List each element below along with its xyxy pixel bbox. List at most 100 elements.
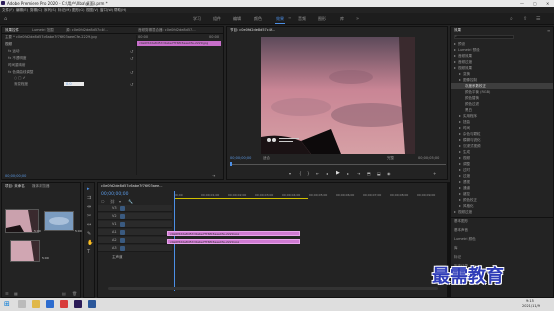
effects-list-item[interactable]: 颜色替换 [465, 96, 479, 101]
project-item-thumbnail[interactable] [10, 240, 40, 262]
effects-list-item[interactable]: 视频 [459, 156, 470, 161]
effects-list-item[interactable]: 过渡 [459, 174, 470, 179]
tab-media-browser[interactable]: 媒体浏览器 [32, 184, 50, 189]
track-header-a3[interactable]: A3 [98, 245, 172, 252]
windows-start-icon[interactable]: ⊞ [4, 300, 10, 308]
search-taskbar-icon[interactable] [18, 300, 26, 308]
razor-tool-icon[interactable]: ✂ [87, 213, 91, 219]
workspace-assembly[interactable]: 组件 [213, 16, 221, 22]
lift-icon[interactable]: ⬒ [367, 171, 371, 176]
effects-list-item[interactable]: 颜色校正 [459, 198, 477, 203]
add-button-icon[interactable]: + [433, 171, 436, 176]
reset-icon[interactable]: ↺ [130, 70, 133, 75]
effects-list-item[interactable]: 生成 [459, 150, 470, 155]
reset-icon[interactable]: ↺ [130, 82, 133, 87]
timeline-clip-v2[interactable]: c0e0fd2de8d57c6abe7f76f03aeeCfe-2229.jpg [167, 231, 300, 236]
track-header-a2[interactable]: A2 [98, 237, 172, 244]
pen-tool-icon[interactable]: ✎ [87, 231, 91, 237]
work-area-bar[interactable] [174, 198, 308, 199]
new-item-icon[interactable]: ▤ [62, 291, 66, 296]
workspace-learn[interactable]: 学习 [193, 16, 201, 22]
feedback-icon[interactable]: ☰ [536, 16, 540, 22]
linked-selection-icon[interactable]: ⛓ [110, 199, 115, 204]
export-frame-icon[interactable]: ⇥ [212, 173, 215, 178]
step-back-icon[interactable]: ◂ [326, 171, 328, 176]
project-item-thumbnail[interactable] [44, 211, 74, 231]
file-explorer-icon[interactable] [32, 300, 40, 308]
browser-icon[interactable] [46, 300, 54, 308]
word-icon[interactable] [88, 300, 96, 308]
toggle-track-output-icon[interactable] [120, 222, 125, 227]
timeline-horizontal-scrollbar[interactable] [108, 287, 438, 290]
effects-list-item[interactable]: 风格化 [459, 204, 474, 209]
panel-essential-sound[interactable]: 基本声音 [454, 228, 468, 233]
effects-list-item[interactable]: 音频过渡 [454, 60, 472, 65]
mute-track-icon[interactable] [120, 230, 125, 235]
panel-essential-graphics[interactable]: 基本图形 [454, 219, 468, 224]
effects-list-item[interactable]: 变换 [459, 72, 470, 77]
play-icon[interactable]: ▶ [336, 170, 340, 176]
maximize-button[interactable]: ▢ [533, 1, 537, 6]
toggle-track-output-icon[interactable] [120, 214, 125, 219]
timeline-clip-v1[interactable]: c0e0fd2de8d57c6abe7f76f03aeeCfe-2229.jpg [167, 239, 300, 244]
effects-search-input[interactable] [454, 35, 514, 39]
icon-view-icon[interactable]: ▦ [14, 291, 18, 296]
premiere-taskbar-icon[interactable] [74, 300, 82, 308]
track-header-v1[interactable]: V1 [98, 221, 172, 228]
track-header-a1[interactable]: A1 [98, 229, 172, 236]
quick-export-icon[interactable]: ⇪ [523, 16, 527, 22]
playback-scrub-bar[interactable] [230, 164, 446, 165]
mute-track-icon[interactable] [120, 238, 125, 243]
go-to-in-icon[interactable]: ⇤ [316, 171, 319, 176]
program-video-frame[interactable] [261, 37, 415, 154]
timeline-ruler[interactable]: 00;00 00;00;01;00 00;00;02;00 00;00;03;0… [174, 191, 444, 201]
panel-markers[interactable]: 标记 [454, 255, 461, 260]
effect-row-opacity[interactable]: fx 不透明度 [8, 56, 26, 61]
workspace-audio[interactable]: 音频 [298, 16, 306, 22]
effects-list-item[interactable]: 模糊与锐化 [459, 138, 481, 143]
effects-list-item[interactable]: 通道 [459, 186, 470, 191]
workspace-menu-icon[interactable]: ≡ [288, 15, 291, 20]
effects-list-item[interactable]: 键控 [459, 192, 470, 197]
panel-menu-icon[interactable]: ≡ [547, 28, 550, 33]
workspace-libraries[interactable]: 库 [340, 16, 344, 22]
list-view-icon[interactable]: ☰ [5, 291, 9, 296]
workspace-graphics[interactable]: 图形 [318, 16, 326, 22]
app-icon[interactable] [60, 300, 68, 308]
effects-list-item[interactable]: 音频效果 [454, 54, 472, 59]
fit-dropdown[interactable]: 适合 [263, 156, 270, 161]
track-header-v3[interactable]: V3 [98, 205, 172, 212]
effects-list-item[interactable]: 扭曲 [459, 120, 470, 125]
reset-icon[interactable]: ↺ [130, 49, 133, 54]
effects-list-item[interactable]: 沉浸式视频 [459, 144, 481, 149]
home-icon[interactable]: ⌂ [4, 16, 7, 22]
effects-list-item[interactable]: 时间 [459, 126, 470, 131]
type-tool-icon[interactable]: T [87, 249, 90, 255]
timeline-settings-icon[interactable]: 🔧 [128, 199, 133, 204]
panel-libraries[interactable]: 库 [454, 246, 458, 251]
effects-list-item[interactable]: 调整 [459, 162, 470, 167]
track-header-v2[interactable]: V2 [98, 213, 172, 220]
effects-list-item[interactable]: 视频过渡 [454, 210, 472, 215]
effects-list-item[interactable]: 实用程序 [459, 114, 477, 119]
more-workspaces-icon[interactable]: » [356, 16, 359, 22]
effect-row-time-remap[interactable]: 时间重映射 [8, 63, 26, 68]
tab-project[interactable]: 项目: 未命名 [5, 184, 25, 189]
hand-tool-icon[interactable]: ✋ [87, 240, 93, 246]
playhead-marker[interactable] [230, 162, 232, 166]
effect-row-motion[interactable]: fx 运动 [8, 49, 19, 54]
effects-list-item[interactable]: 透视 [459, 180, 470, 185]
timeline-sequence-tab[interactable]: c0e0fd2de8d57c6abe7f76f03aee... [101, 184, 163, 188]
ripple-edit-tool-icon[interactable]: ⇹ [87, 204, 91, 210]
go-to-out-icon[interactable]: ⇥ [357, 171, 360, 176]
track-select-tool-icon[interactable]: ⇉ [87, 195, 91, 201]
mini-clip-bar[interactable]: c0e0fd2de8d57c6abe7f76f03aeeCfe-2229.jpg [137, 41, 221, 46]
step-forward-icon[interactable]: ▸ [347, 171, 349, 176]
effect-row-tone-curve[interactable]: fx 色调曲线调整 [8, 70, 33, 75]
workspace-effects[interactable]: 效果 [276, 16, 284, 22]
snap-icon[interactable]: ⎔ [101, 199, 105, 204]
mute-track-icon[interactable] [120, 246, 125, 251]
effect-row-gradient[interactable]: 渐变程度 [14, 82, 28, 87]
minimize-button[interactable]: — [520, 1, 524, 6]
trash-icon[interactable]: 🗑 [72, 291, 77, 296]
